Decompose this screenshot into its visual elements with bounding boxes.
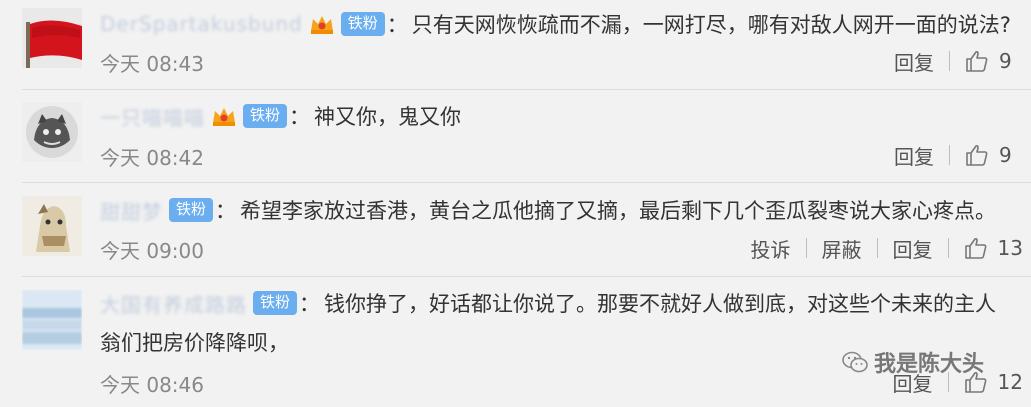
colon-separator: ： [215,199,237,223]
wechat-icon [842,351,868,373]
comment-timestamp: 今天 08:42 [100,146,204,170]
vip-crown-icon [309,11,335,37]
comment-timestamp: 今天 09:00 [100,239,204,263]
comment-text: 钱你挣了，好话都让你说了。那要不就好人做到底，对这些个未来的主人 [324,292,997,316]
comment-header: 甜甜梦 铁粉 ： 希望李家放过香港，黄台之瓜他摘了又摘，最后剩下几个歪瓜裂枣说大… [100,192,996,228]
divider [22,276,1031,277]
colon-separator: ： [386,13,408,37]
reply-button[interactable]: 回复 [879,47,949,76]
avatar[interactable] [22,290,82,350]
block-button[interactable]: 屏蔽 [807,234,877,263]
like-count: 12 [997,370,1023,394]
like-count: 9 [999,143,1012,167]
colon-separator: ： [299,292,321,316]
cartoon-avatar-image [22,196,82,256]
reply-button[interactable]: 回复 [878,234,948,263]
like-count: 9 [999,49,1012,73]
fan-badge: 铁粉 [243,104,288,128]
flag-avatar-image [22,8,82,68]
vip-crown-icon [211,103,237,129]
comment-timestamp: 今天 08:46 [100,373,204,397]
fan-badge: 铁粉 [340,12,385,36]
thumbs-up-icon [966,50,988,72]
comment-actions: 回复 9 [879,140,1031,170]
comment-text-continued: 翁们把房价降降呗， [100,331,289,355]
avatar[interactable] [22,8,82,68]
fan-badge: 铁粉 [169,198,214,222]
username-link[interactable]: DerSpartakusbund [100,12,303,36]
report-button[interactable]: 投诉 [736,234,806,263]
cat-avatar-image [22,102,82,162]
watermark: 我是陈大头 [842,346,984,378]
like-button[interactable]: 9 [950,143,1031,167]
comment-text: 神又你，鬼又你 [314,105,462,129]
avatar[interactable] [22,196,82,256]
username-link[interactable]: 一只喵喵喵 [100,102,205,131]
colon-separator: ： [289,105,311,129]
comment-timestamp: 今天 08:43 [100,52,204,76]
comment-text: 希望李家放过香港，黄台之瓜他摘了又摘，最后剩下几个歪瓜裂枣说大家心疼点。 [240,199,997,223]
comment-header: 一只喵喵喵 铁粉 ： 神又你，鬼又你 [100,98,461,134]
divider [22,182,1031,183]
thumbs-up-icon [966,144,988,166]
comment-actions: 投诉 屏蔽 回复 13 [736,233,1031,263]
comment-actions: 回复 9 [879,46,1031,76]
username-link[interactable]: 甜甜梦 [100,196,163,225]
fan-badge: 铁粉 [253,291,298,315]
comment-text: 只有天网恢恢疏而不漏，一网打尽，哪有对敌人网开一面的说法? [411,13,1011,37]
like-button[interactable]: 13 [949,236,1031,260]
avatar[interactable] [22,102,82,162]
watermark-text: 我是陈大头 [874,352,985,377]
reply-button[interactable]: 回复 [879,141,949,170]
landscape-avatar-image [22,290,82,350]
like-button[interactable]: 9 [950,49,1031,73]
username-link[interactable]: 大国有养成路路 [100,289,247,318]
comment-header: 大国有养成路路 铁粉 ： 钱你挣了，好话都让你说了。那要不就好人做到底，对这些个… [100,285,996,321]
thumbs-up-icon [964,237,986,259]
comment-header: DerSpartakusbund 铁粉 ： 只有天网恢恢疏而不漏，一网打尽，哪有… [100,6,1011,42]
like-count: 13 [997,236,1023,260]
divider [22,89,1031,90]
